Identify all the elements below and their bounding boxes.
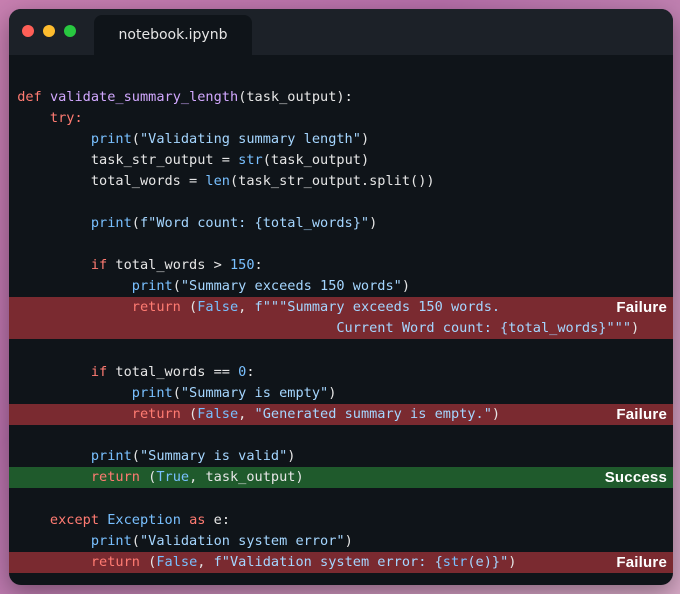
maximize-window-button[interactable] bbox=[64, 25, 76, 37]
tab-title: notebook.ipynb bbox=[118, 27, 228, 43]
code-line-3: print("Validating summary length") bbox=[90, 131, 370, 147]
code-line-1: def validate_summary_length(task_output)… bbox=[17, 89, 353, 105]
code-line-8: print("Summary exceeds 150 words") bbox=[131, 278, 411, 294]
editor-window: notebook.ipynb def validate_summary_leng… bbox=[9, 9, 673, 585]
code-line-5: total_words = len(task_str_output.split(… bbox=[90, 173, 435, 189]
success-label: Success bbox=[604, 469, 667, 486]
code-line-11: if total_words == 0: bbox=[90, 364, 255, 380]
failure-label: Failure bbox=[616, 554, 667, 571]
title-bar: notebook.ipynb bbox=[9, 9, 673, 55]
code-line-9: return (False, f"""Summary exceeds 150 w… bbox=[9, 297, 673, 318]
minimize-window-button[interactable] bbox=[43, 25, 55, 37]
code-line-15: return (True, task_output) Success bbox=[9, 467, 673, 488]
code-line-18: return (False, f"Validation system error… bbox=[9, 552, 673, 573]
code-line-2: try: bbox=[49, 110, 83, 126]
code-line-7: if total_words > 150: bbox=[90, 257, 263, 273]
failure-label: Failure bbox=[616, 406, 667, 423]
code-line-6: print(f"Word count: {total_words}") bbox=[90, 215, 378, 231]
code-line-16: except Exception as e: bbox=[49, 512, 231, 528]
code-line-14: print("Summary is valid") bbox=[90, 448, 296, 464]
code-line-12: print("Summary is empty") bbox=[131, 385, 337, 401]
failure-label: Failure bbox=[616, 299, 667, 316]
close-window-button[interactable] bbox=[22, 25, 34, 37]
code-line-13: return (False, "Generated summary is emp… bbox=[9, 404, 673, 425]
code-line-4: task_str_output = str(task_output) bbox=[90, 152, 370, 168]
code-line-17: print("Validation system error") bbox=[90, 533, 353, 549]
code-line-10: Current Word count: {total_words}""") bbox=[9, 318, 673, 339]
tab-notebook[interactable]: notebook.ipynb bbox=[94, 15, 252, 55]
